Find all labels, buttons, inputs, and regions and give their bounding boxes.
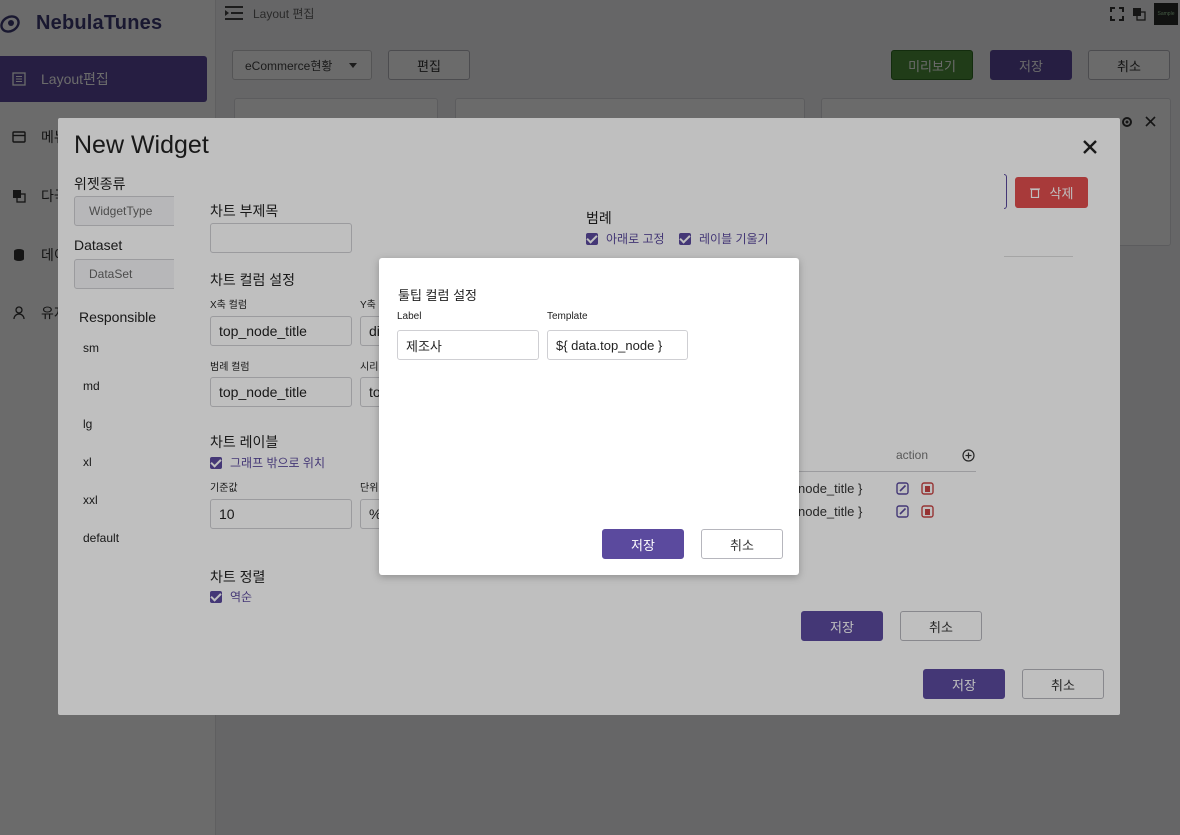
tooltip-save-button[interactable]: 저장 (602, 529, 684, 559)
tooltip-column-modal: 툴팁 컬럼 설정 Label Template 제조사 ${ data.top_… (379, 258, 799, 575)
label-header: Label (397, 311, 422, 322)
tooltip-label-input[interactable]: 제조사 (397, 330, 539, 360)
tooltip-modal-title: 툴팁 컬럼 설정 (398, 288, 477, 303)
tooltip-template-input[interactable]: ${ data.top_node } (547, 330, 688, 360)
tooltip-cancel-button[interactable]: 취소 (701, 529, 783, 559)
template-header: Template (547, 311, 588, 322)
